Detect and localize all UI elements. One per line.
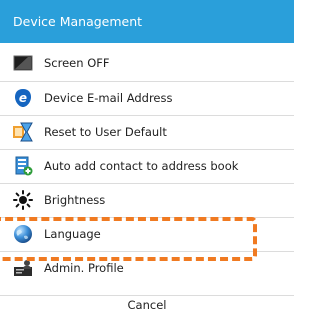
- menu-item-label: Device E-mail Address: [44, 91, 173, 105]
- svg-text:e: e: [19, 91, 27, 105]
- admin-profile-icon: [14, 260, 32, 276]
- screen-off-icon: [13, 55, 33, 71]
- brightness-icon: [13, 190, 33, 210]
- reset-hourglass-icon: [13, 122, 33, 142]
- menu-item-label: Auto add contact to address book: [44, 159, 239, 173]
- menu-item-auto-add-contact[interactable]: Auto add contact to address book: [0, 150, 294, 183]
- menu-item-label: Reset to User Default: [44, 125, 167, 139]
- menu-item-device-email[interactable]: e Device E-mail Address: [0, 82, 294, 115]
- menu-item-label: Admin. Profile: [44, 261, 124, 275]
- device-management-dialog: Device Management Screen OFF e Device E-…: [0, 0, 294, 315]
- menu-item-reset-default[interactable]: Reset to User Default: [0, 116, 294, 149]
- menu-item-label: Brightness: [44, 193, 106, 207]
- address-book-icon: [15, 156, 33, 176]
- menu-item-screen-off[interactable]: Screen OFF: [0, 47, 294, 80]
- highlight-box: [0, 217, 257, 261]
- menu-item-label: Screen OFF: [44, 56, 110, 70]
- dialog-header: Device Management: [0, 0, 294, 43]
- menu-item-brightness[interactable]: Brightness: [0, 184, 294, 217]
- dialog-title: Device Management: [13, 14, 143, 29]
- email-icon: e: [15, 89, 31, 107]
- cancel-button[interactable]: Cancel: [0, 296, 294, 315]
